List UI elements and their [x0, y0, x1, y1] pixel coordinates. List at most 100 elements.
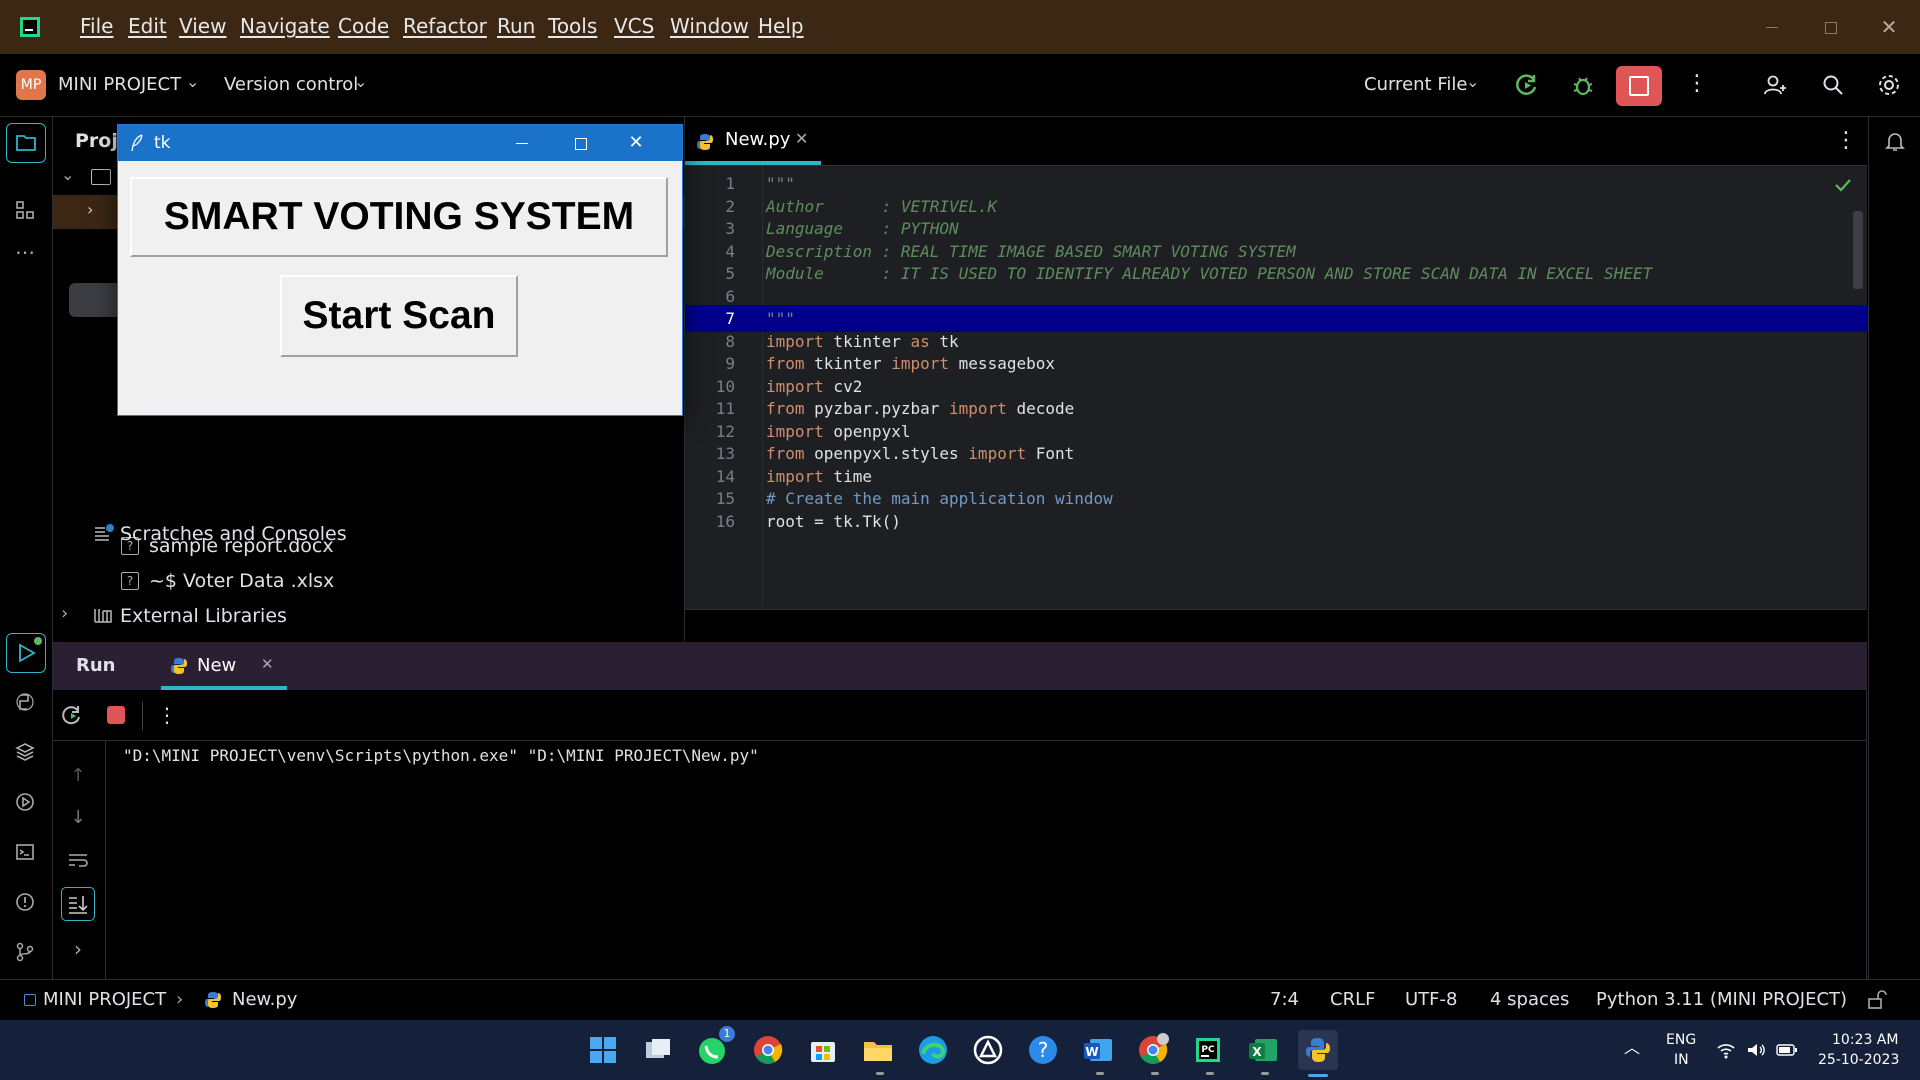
- menu-vcs[interactable]: VCS: [614, 14, 654, 38]
- menu-tools[interactable]: Tools: [548, 14, 597, 38]
- chevron-down-icon[interactable]: ⌄: [61, 165, 74, 184]
- notifications-bell-icon[interactable]: [1883, 129, 1907, 153]
- menu-refactor[interactable]: Refactor: [403, 14, 487, 38]
- python-console-icon[interactable]: [14, 691, 36, 713]
- tk-maximize-button[interactable]: [568, 133, 592, 153]
- structure-icon[interactable]: [14, 199, 36, 221]
- excel-icon[interactable]: X: [1243, 1030, 1283, 1070]
- menu-edit[interactable]: Edit: [128, 14, 167, 38]
- tree-row-file[interactable]: ? ~$ Voter Data .xlsx: [53, 564, 684, 598]
- tk-window-titlebar[interactable]: tk ✕: [118, 125, 682, 161]
- python-interpreter[interactable]: Python 3.11 (MINI PROJECT): [1596, 989, 1847, 1010]
- add-user-icon[interactable]: [1762, 72, 1788, 98]
- svg-text:W: W: [1085, 1045, 1098, 1059]
- scroll-up-icon[interactable]: ↑: [69, 766, 87, 786]
- search-icon[interactable]: [1820, 72, 1846, 98]
- whatsapp-icon[interactable]: 1: [693, 1026, 735, 1070]
- pycharm-taskbar-icon[interactable]: PC: [1188, 1030, 1228, 1070]
- stop-icon[interactable]: [107, 706, 125, 724]
- chevron-down-icon[interactable]: ⌄: [186, 72, 199, 91]
- git-branch-icon[interactable]: [14, 941, 36, 963]
- close-tab-icon[interactable]: ✕: [795, 129, 808, 148]
- line-separator[interactable]: CRLF: [1330, 989, 1375, 1010]
- language-bottom[interactable]: IN: [1674, 1052, 1689, 1068]
- menu-code[interactable]: Code: [338, 14, 389, 38]
- project-name[interactable]: MINI PROJECT: [58, 74, 181, 95]
- chrome-icon[interactable]: [748, 1030, 788, 1070]
- start-windows-icon[interactable]: [583, 1030, 623, 1070]
- soft-wrap-icon[interactable]: [67, 850, 89, 870]
- console-output[interactable]: "D:\MINI PROJECT\venv\Scripts\python.exe…: [123, 746, 759, 765]
- show-hidden-icons-chevron-up-icon[interactable]: ︿: [1622, 1038, 1642, 1058]
- scroll-down-icon[interactable]: ↓: [69, 808, 87, 828]
- code-line[interactable]: 16 root = tk.Tk(): [685, 508, 1867, 535]
- minimize-window-button[interactable]: [1760, 16, 1784, 40]
- menu-file[interactable]: File: [80, 14, 113, 38]
- file-encoding[interactable]: UTF-8: [1405, 989, 1457, 1010]
- project-badge[interactable]: MP: [16, 70, 46, 100]
- svg-text:X: X: [1252, 1045, 1262, 1059]
- menu-run[interactable]: Run: [497, 14, 535, 38]
- more-options-icon[interactable]: ⋮: [157, 703, 177, 727]
- tk-close-button[interactable]: ✕: [624, 131, 648, 155]
- language-top[interactable]: ENG: [1666, 1032, 1696, 1048]
- chevron-down-icon[interactable]: ⌄: [354, 72, 367, 91]
- services-icon[interactable]: [14, 791, 36, 813]
- tree-row-scratches[interactable]: Scratches and Consoles: [53, 517, 684, 551]
- chevron-right-icon[interactable]: ›: [61, 603, 68, 624]
- scroll-to-end-button[interactable]: [61, 887, 95, 921]
- version-control-menu[interactable]: Version control: [224, 74, 358, 95]
- close-tab-icon[interactable]: ✕: [261, 655, 274, 673]
- packages-icon[interactable]: [14, 741, 36, 763]
- caret-position[interactable]: 7:4: [1270, 989, 1299, 1010]
- rerun-icon[interactable]: [1514, 72, 1540, 98]
- no-problems-check-icon[interactable]: [1833, 175, 1853, 195]
- editor-scrollbar[interactable]: [1853, 211, 1863, 289]
- rerun-icon[interactable]: [61, 704, 83, 726]
- stop-button[interactable]: [1616, 66, 1662, 106]
- wifi-icon[interactable]: [1716, 1040, 1736, 1060]
- word-icon[interactable]: W: [1078, 1030, 1118, 1070]
- start-scan-button[interactable]: Start Scan: [280, 275, 518, 357]
- restore-window-button[interactable]: [1818, 16, 1842, 40]
- chevron-down-icon[interactable]: ⌄: [1466, 72, 1479, 91]
- help-icon[interactable]: ?: [1023, 1030, 1063, 1070]
- chrome-profile-icon[interactable]: [1133, 1030, 1173, 1070]
- tk-minimize-button[interactable]: [510, 133, 534, 153]
- file-explorer-icon[interactable]: [858, 1030, 898, 1070]
- debug-icon[interactable]: [1570, 72, 1596, 98]
- chevron-right-icon[interactable]: ›: [87, 200, 93, 219]
- menu-view[interactable]: View: [179, 14, 226, 38]
- python-taskbar-icon[interactable]: [1298, 1030, 1338, 1077]
- menu-navigate[interactable]: Navigate: [240, 14, 330, 38]
- breadcrumb-file[interactable]: New.py: [232, 989, 297, 1010]
- menu-help[interactable]: Help: [758, 14, 804, 38]
- task-view-icon[interactable]: [638, 1030, 678, 1070]
- close-window-button[interactable]: ✕: [1876, 14, 1902, 40]
- settings-gear-icon[interactable]: [1876, 72, 1902, 98]
- edge-icon[interactable]: [913, 1030, 953, 1070]
- terminal-icon[interactable]: [14, 841, 36, 863]
- clock-date[interactable]: 25-10-2023: [1818, 1052, 1899, 1068]
- volume-icon[interactable]: [1746, 1040, 1766, 1060]
- microsoft-store-icon[interactable]: [803, 1030, 843, 1070]
- tab-new-py[interactable]: New.py ✕: [685, 117, 821, 165]
- battery-icon[interactable]: [1776, 1042, 1798, 1058]
- more-tools-icon[interactable]: ⋯: [14, 241, 36, 263]
- chevron-right-icon[interactable]: ›: [69, 938, 87, 960]
- lock-icon[interactable]: [1866, 989, 1888, 1011]
- more-options-icon[interactable]: ⋮: [1686, 72, 1708, 98]
- run-config-selector[interactable]: Current File: [1364, 74, 1467, 95]
- problems-icon[interactable]: [14, 891, 36, 913]
- run-tab-new[interactable]: New ✕: [161, 642, 287, 690]
- menu-window[interactable]: Window: [670, 14, 749, 38]
- project-tool-button[interactable]: [6, 123, 46, 163]
- indent-setting[interactable]: 4 spaces: [1490, 989, 1569, 1010]
- clock-time[interactable]: 10:23 AM: [1832, 1032, 1898, 1048]
- heading-label: SMART VOTING SYSTEM: [130, 177, 668, 257]
- breadcrumb-project[interactable]: MINI PROJECT: [43, 989, 166, 1010]
- tree-row-external-libraries[interactable]: › External Libraries: [53, 599, 684, 633]
- editor-more-icon[interactable]: ⋮: [1835, 129, 1857, 153]
- app-shield-icon[interactable]: [968, 1030, 1008, 1070]
- run-tool-button[interactable]: [6, 633, 46, 673]
